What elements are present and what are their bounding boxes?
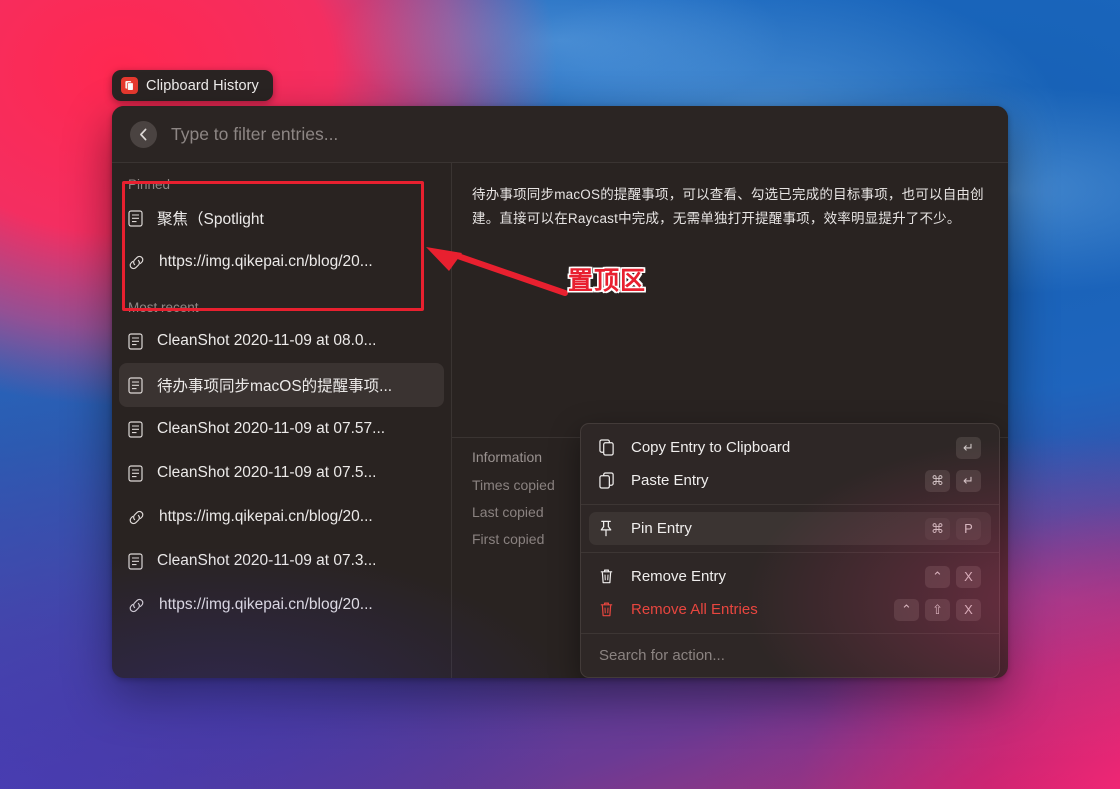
link-icon — [128, 509, 145, 526]
key-command: ⌘ — [925, 517, 950, 540]
action-label: Copy Entry to Clipboard — [631, 439, 791, 456]
action-label: Paste Entry — [631, 472, 709, 489]
clipboard-icon — [121, 77, 138, 94]
pin-icon — [599, 520, 619, 537]
copy-icon — [599, 439, 619, 456]
trash-icon — [599, 601, 619, 618]
action-search-input[interactable]: Search for action... — [581, 633, 999, 677]
list-item[interactable]: https://img.qikepai.cn/blog/20... — [119, 583, 444, 627]
list-item[interactable]: CleanShot 2020-11-09 at 07.5... — [119, 451, 444, 495]
list-item-label: https://img.qikepai.cn/blog/20... — [159, 508, 373, 525]
list-item[interactable]: CleanShot 2020-11-09 at 07.57... — [119, 407, 444, 451]
action-group-pin: Pin Entry ⌘ P — [581, 504, 999, 552]
list-item-label: CleanShot 2020-11-09 at 07.5... — [157, 464, 377, 481]
shortcut-keys: ⌘ ↵ — [925, 469, 981, 492]
document-icon — [128, 420, 143, 438]
action-pin-entry[interactable]: Pin Entry ⌘ P — [589, 512, 991, 545]
list-item[interactable]: CleanShot 2020-11-09 at 08.0... — [119, 319, 444, 363]
meta-first-copied: First copied — [472, 531, 545, 547]
chevron-left-icon[interactable] — [130, 120, 157, 148]
document-icon — [128, 464, 143, 482]
raycast-window: Type to filter entries... Pinned 聚焦（Spot… — [112, 106, 1008, 678]
document-icon — [128, 376, 143, 394]
action-label: Remove Entry — [631, 568, 727, 585]
app-title-label: Clipboard History — [146, 77, 259, 94]
section-label-pinned: Pinned — [128, 177, 171, 192]
app-title-badge: Clipboard History — [112, 70, 273, 101]
list-item-label: https://img.qikepai.cn/blog/20... — [159, 253, 373, 270]
list-item[interactable]: 聚焦（Spotlight — [119, 196, 444, 240]
list-item-label: 待办事项同步macOS的提醒事项... — [157, 378, 393, 395]
action-copy-entry-to-clipboard[interactable]: Copy Entry to Clipboard ↵ — [589, 431, 991, 464]
window-body: Pinned 聚焦（Spotlight https://img.qikepai.… — [112, 163, 1008, 678]
action-paste-entry[interactable]: Paste Entry ⌘ ↵ — [589, 464, 991, 497]
shortcut-keys: ⌃ X — [925, 565, 981, 588]
action-group-remove: Remove Entry ⌃ X Remove All Entries ⌃ ⇧ … — [581, 552, 999, 633]
action-label: Remove All Entries — [631, 601, 758, 618]
entry-information: Information Times copied Last copied Fir… — [472, 449, 555, 558]
action-remove-entry[interactable]: Remove Entry ⌃ X — [589, 560, 991, 593]
document-icon — [128, 332, 143, 350]
annotation-label: 置顶区 — [568, 267, 647, 295]
list-item-label: CleanShot 2020-11-09 at 08.0... — [157, 332, 377, 349]
key-return: ↵ — [956, 469, 981, 492]
information-title: Information — [472, 449, 543, 465]
document-icon — [128, 209, 143, 227]
link-icon — [128, 597, 145, 614]
section-label-most-recent: Most recent — [128, 300, 199, 315]
desktop-wallpaper: Clipboard History Type to filter entries… — [0, 0, 1120, 789]
key-control: ⌃ — [925, 565, 950, 588]
key-command: ⌘ — [925, 469, 950, 492]
key-shift: ⇧ — [925, 598, 950, 621]
meta-last-copied: Last copied — [472, 504, 544, 520]
paste-icon — [599, 472, 619, 489]
shortcut-keys: ↵ — [956, 436, 981, 459]
search-input[interactable]: Type to filter entries... — [171, 124, 338, 145]
entries-list[interactable]: Pinned 聚焦（Spotlight https://img.qikepai.… — [112, 163, 452, 678]
key-control: ⌃ — [894, 598, 919, 621]
document-icon — [128, 552, 143, 570]
list-item[interactable]: https://img.qikepai.cn/blog/20... — [119, 240, 444, 284]
key-x: X — [956, 565, 981, 588]
list-item[interactable]: 待办事项同步macOS的提醒事项... — [119, 363, 444, 407]
shortcut-keys: ⌘ P — [925, 517, 981, 540]
action-menu-panel[interactable]: Copy Entry to Clipboard ↵ Paste Entry ⌘ … — [580, 423, 1000, 678]
action-remove-all-entries[interactable]: Remove All Entries ⌃ ⇧ X — [589, 593, 991, 626]
action-label: Pin Entry — [631, 520, 692, 537]
search-bar[interactable]: Type to filter entries... — [112, 106, 1008, 163]
key-x: X — [956, 598, 981, 621]
link-icon — [128, 254, 145, 271]
list-item-label: CleanShot 2020-11-09 at 07.3... — [157, 552, 377, 569]
entry-preview-text: 待办事项同步macOS的提醒事项，可以查看、勾选已完成的目标事项，也可以自由创建… — [472, 187, 984, 226]
list-item-label: 聚焦（Spotlight — [157, 211, 264, 228]
list-item[interactable]: CleanShot 2020-11-09 at 07.3... — [119, 539, 444, 583]
list-item[interactable]: https://img.qikepai.cn/blog/20... — [119, 495, 444, 539]
meta-times-copied: Times copied — [472, 477, 555, 493]
list-item-label: https://img.qikepai.cn/blog/20... — [159, 596, 373, 613]
trash-icon — [599, 568, 619, 585]
action-group-clipboard: Copy Entry to Clipboard ↵ Paste Entry ⌘ … — [581, 424, 999, 504]
key-return: ↵ — [956, 436, 981, 459]
list-item-label: CleanShot 2020-11-09 at 07.57... — [157, 420, 386, 437]
key-p: P — [956, 517, 981, 540]
shortcut-keys: ⌃ ⇧ X — [894, 598, 981, 621]
